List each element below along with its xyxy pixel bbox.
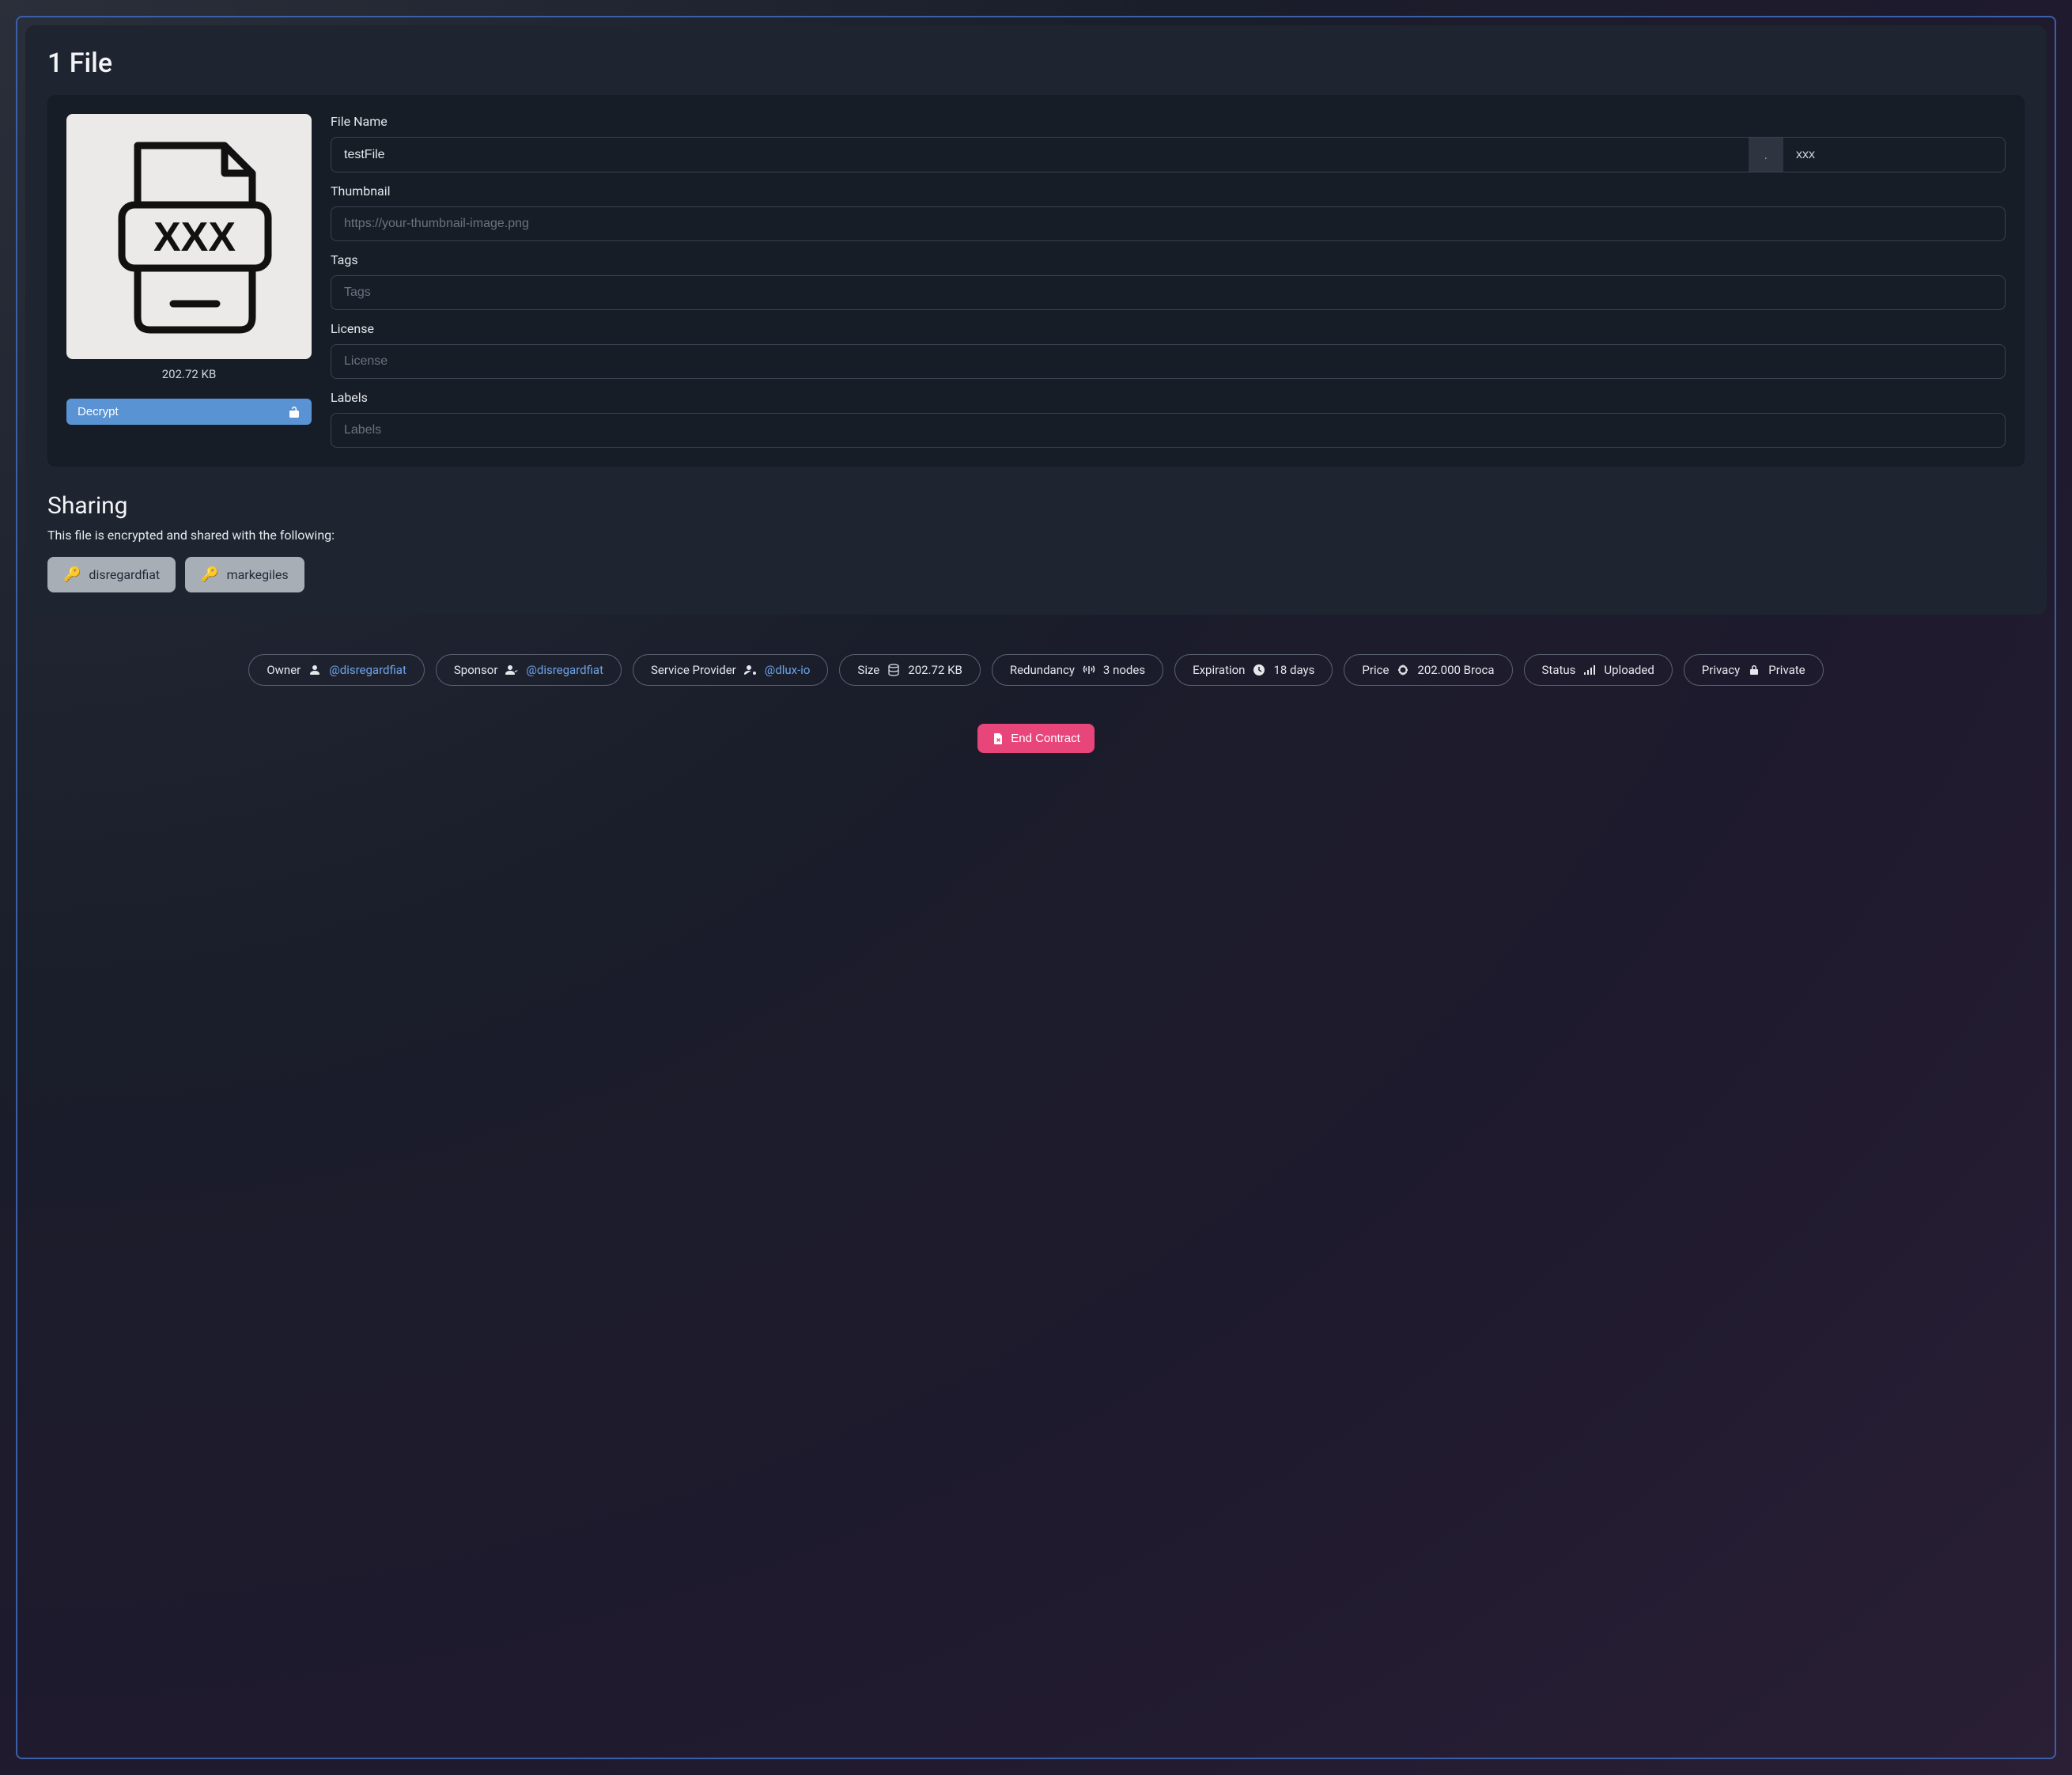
clock-icon [1253, 664, 1265, 676]
labels-input[interactable] [331, 413, 2006, 448]
file-card: 1 File XXX 202.72 KB Decrypt [25, 25, 2047, 615]
pill-label: Status [1542, 663, 1576, 677]
privacy-pill: Privacy Private [1684, 654, 1824, 686]
license-label: License [331, 321, 2006, 336]
sharing-users-row: 🔑 disregardfiat 🔑 markegiles [47, 557, 2025, 592]
file-document-icon: XXX [98, 134, 280, 339]
sharing-user-chip[interactable]: 🔑 markegiles [185, 557, 304, 592]
size-value: 202.72 KB [908, 663, 962, 677]
user-gear-icon [744, 664, 757, 676]
expiration-pill: Expiration 18 days [1174, 654, 1333, 686]
signal-icon [1583, 664, 1596, 676]
size-pill: Size 202.72 KB [839, 654, 980, 686]
filename-dot-separator: . [1749, 138, 1783, 172]
file-icon-preview: XXX [66, 114, 312, 359]
gear-icon [1397, 664, 1409, 676]
user-check-icon [505, 664, 518, 676]
pill-label: Sponsor [454, 663, 498, 677]
file-x-icon [992, 732, 1004, 745]
redundancy-pill: Redundancy 3 nodes [992, 654, 1163, 686]
labels-label: Labels [331, 390, 2006, 405]
decrypt-button-label: Decrypt [78, 405, 119, 418]
price-pill: Price 202.000 Broca [1344, 654, 1512, 686]
filename-input-group: . [331, 137, 2006, 172]
sharing-user-name: disregardfiat [89, 567, 160, 582]
provider-pill: Service Provider @dlux-io [633, 654, 828, 686]
key-icon: 🔑 [201, 566, 218, 583]
tags-input[interactable] [331, 275, 2006, 310]
filename-input[interactable] [331, 138, 1749, 172]
unlock-icon [288, 406, 301, 418]
tags-label: Tags [331, 252, 2006, 267]
lock-icon [1748, 664, 1760, 676]
owner-pill: Owner @disregardfiat [248, 654, 425, 686]
pill-label: Size [857, 663, 879, 677]
owner-link[interactable]: @disregardfiat [329, 663, 406, 677]
file-form: File Name . Thumbnail Tags License Label… [331, 114, 2006, 448]
decrypt-button[interactable]: Decrypt [66, 399, 312, 425]
end-contract-label: End Contract [1011, 732, 1080, 745]
expiration-value: 18 days [1273, 663, 1314, 677]
file-preview-column: XXX 202.72 KB Decrypt [66, 114, 312, 448]
sponsor-pill: Sponsor @disregardfiat [436, 654, 622, 686]
file-size: 202.72 KB [66, 367, 312, 381]
pill-label: Price [1362, 663, 1389, 677]
metadata-pill-row: Owner @disregardfiat Sponsor @disregardf… [25, 654, 2047, 686]
sharing-subtitle: This file is encrypted and shared with t… [47, 528, 2025, 543]
database-icon [887, 664, 900, 676]
redundancy-value: 3 nodes [1103, 663, 1145, 677]
pill-label: Owner [267, 663, 301, 677]
status-pill: Status Uploaded [1524, 654, 1673, 686]
actions-row: End Contract [25, 724, 2047, 753]
privacy-value: Private [1768, 663, 1805, 677]
filename-label: File Name [331, 114, 2006, 129]
provider-link[interactable]: @dlux-io [765, 663, 811, 677]
user-icon [308, 664, 321, 676]
end-contract-button[interactable]: End Contract [977, 724, 1095, 753]
page-title: 1 File [47, 47, 2025, 79]
key-icon: 🔑 [63, 566, 81, 583]
file-details-panel: XXX 202.72 KB Decrypt File Name [47, 95, 2025, 467]
status-value: Uploaded [1604, 663, 1654, 677]
sharing-title: Sharing [47, 492, 2025, 520]
price-value: 202.000 Broca [1417, 663, 1494, 677]
sharing-user-chip[interactable]: 🔑 disregardfiat [47, 557, 176, 592]
pill-label: Privacy [1702, 663, 1740, 677]
thumbnail-label: Thumbnail [331, 184, 2006, 199]
tower-icon [1083, 664, 1095, 676]
pill-label: Service Provider [651, 663, 736, 677]
license-input[interactable] [331, 344, 2006, 379]
pill-label: Redundancy [1010, 663, 1075, 677]
extension-input[interactable] [1783, 138, 2005, 172]
svg-text:XXX: XXX [153, 214, 236, 260]
pill-label: Expiration [1193, 663, 1245, 677]
thumbnail-input[interactable] [331, 206, 2006, 241]
sponsor-link[interactable]: @disregardfiat [526, 663, 603, 677]
sharing-user-name: markegiles [227, 567, 289, 582]
